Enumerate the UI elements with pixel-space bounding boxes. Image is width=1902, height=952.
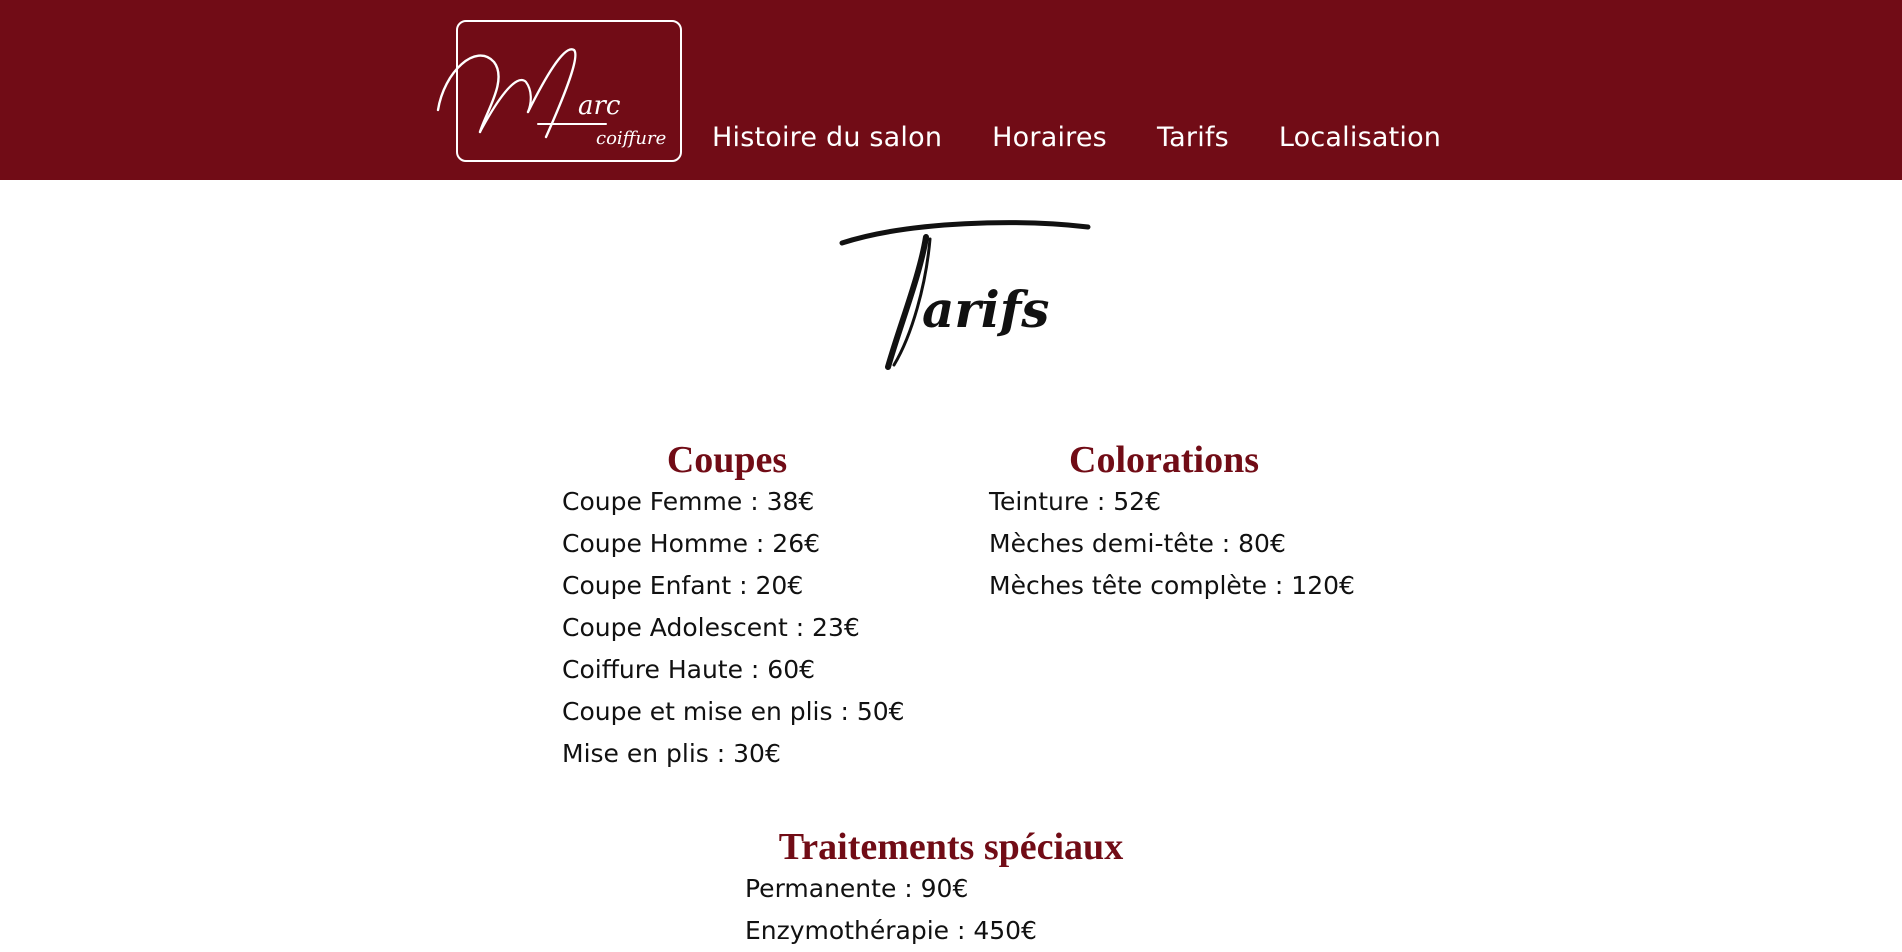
price-item: Coupe Enfant : 20€ [562, 571, 804, 600]
price-item: Mèches tête complète : 120€ [989, 571, 1355, 600]
price-item: Coiffure Haute : 60€ [562, 655, 816, 684]
section-traitements: Traitements spéciaux Permanente : 90€ En… [745, 826, 1157, 952]
section-title-traitements: Traitements spéciaux [778, 826, 1124, 868]
price-list-colorations: Teinture : 52€ Mèches demi-tête : 80€ Mè… [989, 481, 1355, 607]
section-coupes: Coupes Coupe Femme : 38€ Coupe Homme : 2… [562, 439, 905, 775]
nav-item-localisation[interactable]: Localisation [1279, 122, 1441, 153]
price-list-traitements: Permanente : 90€ Enzymothérapie : 450€ [745, 868, 1157, 952]
svg-text:arc: arc [578, 91, 621, 121]
price-item: Permanente : 90€ [745, 874, 969, 903]
site-header: arc coiffure Marc Histoire du salon Hora… [0, 0, 1902, 180]
brand-logo[interactable]: arc coiffure Marc [436, 20, 682, 162]
logo-text-sub: coiffure [596, 128, 666, 149]
nav-item-horaires[interactable]: Horaires [992, 122, 1107, 153]
price-item: Mise en plis : 30€ [562, 739, 781, 768]
logo-signature-graphic: arc coiffure [436, 48, 666, 149]
price-item: Mèches demi-tête : 80€ [989, 529, 1286, 558]
section-colorations: Colorations Teinture : 52€ Mèches demi-t… [989, 439, 1355, 607]
price-item: Coupe Adolescent : 23€ [562, 613, 860, 642]
svg-text:arifs: arifs [922, 280, 1049, 339]
nav-item-histoire[interactable]: Histoire du salon [712, 122, 942, 153]
price-item: Coupe Femme : 38€ [562, 487, 815, 516]
section-title-colorations: Colorations [1069, 439, 1259, 481]
price-list-coupes: Coupe Femme : 38€ Coupe Homme : 26€ Coup… [562, 481, 905, 775]
logo-label: Marc [458, 22, 459, 23]
price-item: Coupe et mise en plis : 50€ [562, 697, 905, 726]
nav-item-tarifs[interactable]: Tarifs [1157, 122, 1229, 153]
price-item: Coupe Homme : 26€ [562, 529, 821, 558]
price-item: Enzymothérapie : 450€ [745, 916, 1037, 945]
page-title-script: arifs [839, 220, 1091, 370]
page-title-text: Tarifs [1100, 215, 1101, 216]
page-title: arifs Tarifs [830, 215, 1100, 375]
section-title-coupes: Coupes [666, 439, 788, 481]
main-nav: Histoire du salon Horaires Tarifs Locali… [712, 122, 1491, 153]
price-item: Teinture : 52€ [989, 487, 1161, 516]
